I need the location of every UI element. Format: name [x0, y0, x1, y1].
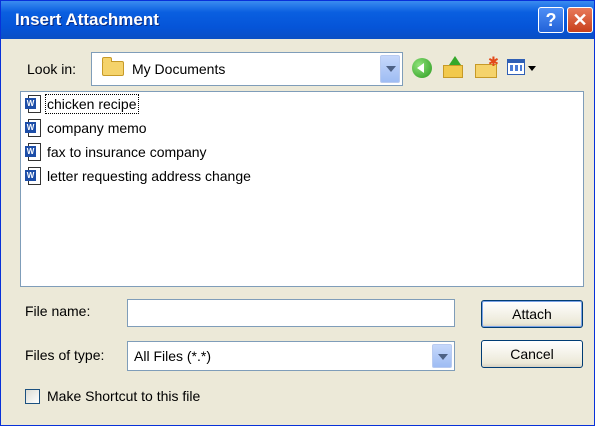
look-in-label: Look in: [27, 61, 77, 77]
look-in-dropdown[interactable]: My Documents [91, 52, 403, 86]
shortcut-checkbox[interactable] [25, 389, 40, 404]
help-icon: ? [545, 10, 557, 30]
file-name-label: chicken recipe [45, 94, 139, 114]
file-name-label: company memo [47, 120, 147, 136]
close-button[interactable]: ✕ [567, 7, 593, 33]
attach-button[interactable]: Attach [481, 300, 583, 328]
file-name-label: letter requesting address change [47, 168, 251, 184]
chevron-down-icon[interactable] [432, 344, 452, 368]
file-list[interactable]: W chicken recipe W company memo W fax to… [20, 91, 584, 287]
back-icon[interactable] [409, 55, 435, 81]
folder-icon [102, 57, 124, 76]
file-name-label: fax to insurance company [47, 144, 207, 160]
views-menu-icon[interactable] [505, 55, 539, 81]
up-folder-icon[interactable] [441, 55, 467, 81]
file-name-field-label: File name: [25, 303, 91, 319]
cancel-button[interactable]: Cancel [481, 340, 583, 368]
new-folder-icon[interactable]: ✱ [473, 55, 499, 81]
file-type-dropdown[interactable]: All Files (*.*) [127, 341, 455, 371]
close-icon: ✕ [572, 10, 588, 30]
window-title: Insert Attachment [15, 10, 159, 29]
insert-attachment-dialog: Insert Attachment ? ✕ Look in: My Docume… [0, 0, 595, 426]
help-button[interactable]: ? [538, 7, 564, 33]
chevron-down-icon[interactable] [380, 55, 400, 83]
shortcut-label: Make Shortcut to this file [47, 388, 201, 404]
word-document-icon: W [25, 167, 42, 186]
word-document-icon: W [25, 143, 42, 162]
word-document-icon: W [25, 95, 42, 114]
file-type-value: All Files (*.*) [134, 348, 212, 364]
title-bar[interactable]: Insert Attachment ? ✕ [1, 1, 594, 39]
look-in-value: My Documents [132, 61, 226, 77]
file-type-label: Files of type: [25, 347, 105, 363]
word-document-icon: W [25, 119, 42, 138]
file-name-input[interactable] [127, 299, 455, 327]
